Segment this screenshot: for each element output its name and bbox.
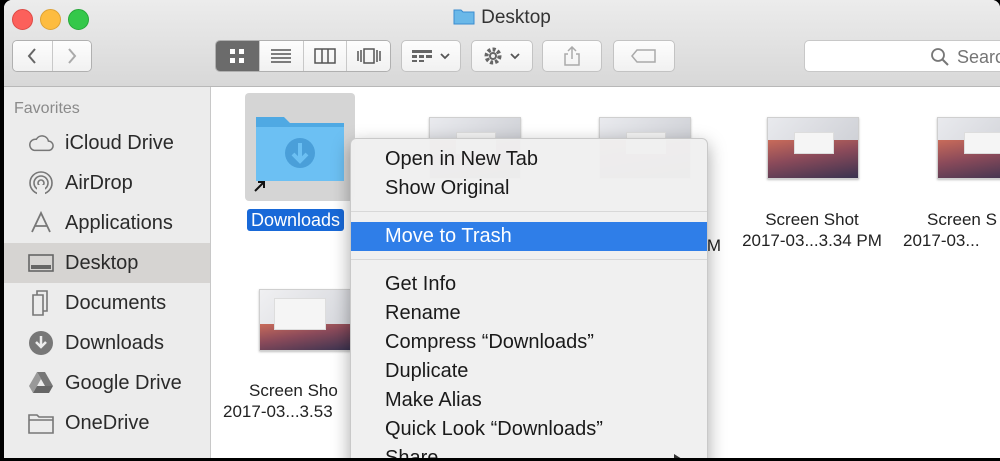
sidebar-item-label: Google Drive (65, 371, 182, 394)
file-name-line2: 2017-03...3.34 PM (742, 231, 882, 250)
chevron-left-icon (27, 48, 37, 64)
menu-item-share[interactable]: Share (351, 444, 707, 458)
file-item-screenshot[interactable]: Screen S 2017-03... (903, 209, 1000, 251)
view-mode-control (215, 40, 391, 72)
nav-buttons (12, 40, 92, 72)
menu-item-label: Open in New Tab (385, 148, 539, 170)
sidebar-item-downloads[interactable]: Downloads (4, 323, 210, 363)
menu-item-label: Share (385, 447, 439, 458)
column-view-icon (314, 48, 336, 64)
menu-item-label: Compress “Downloads” (385, 331, 594, 353)
sidebar-item-label: Downloads (65, 331, 164, 354)
alias-arrow-icon (254, 181, 265, 192)
list-view-button[interactable] (258, 41, 303, 71)
search-icon (931, 48, 949, 66)
selection-highlight (245, 93, 355, 201)
file-item-screenshot[interactable]: Screen Sho 2017-03...3.53 (223, 380, 363, 422)
sidebar-item-label: iCloud Drive (65, 131, 174, 154)
downloads-folder-icon (256, 117, 344, 181)
file-name-line1: Screen S (927, 210, 997, 229)
share-icon (564, 46, 580, 66)
cover-flow-icon (356, 48, 381, 64)
google-drive-icon (28, 370, 54, 396)
tag-icon (631, 49, 656, 63)
sidebar-item-google-drive[interactable]: Google Drive (4, 363, 210, 403)
sidebar-item-airdrop[interactable]: AirDrop (4, 163, 210, 203)
icon-view-button[interactable] (216, 41, 259, 71)
file-thumbnail[interactable] (937, 117, 1000, 179)
sidebar-item-label: Documents (65, 291, 167, 314)
context-menu: Open in New Tab Show Original Move to Tr… (350, 138, 708, 458)
menu-item-make-alias[interactable]: Make Alias (351, 386, 707, 415)
search-input[interactable] (955, 45, 1000, 69)
sidebar-item-label: Desktop (65, 251, 139, 274)
file-thumbnail[interactable] (259, 289, 351, 351)
gear-icon (484, 47, 502, 65)
sidebar-item-icloud-drive[interactable]: iCloud Drive (4, 123, 210, 163)
desktop-icon (28, 250, 54, 276)
file-name-label: Downloads (247, 209, 345, 231)
window-title-text: Desktop (481, 7, 551, 28)
sidebar-item-label: Applications (65, 211, 173, 234)
menu-item-label: Make Alias (385, 389, 482, 411)
chevron-right-icon (67, 48, 77, 64)
menu-item-label: Show Original (385, 177, 510, 199)
file-name-line1: Screen Shot (765, 210, 859, 229)
search-field[interactable] (804, 40, 1000, 72)
sidebar-item-label: AirDrop (65, 171, 133, 194)
sidebar-item-applications[interactable]: Applications (4, 203, 210, 243)
back-button[interactable] (13, 41, 52, 71)
menu-item-label: Rename (385, 302, 461, 324)
menu-item-move-to-trash[interactable]: Move to Trash (351, 222, 707, 251)
finder-window: Desktop Search Favorites iCloud Drive Ai… (4, 0, 1000, 458)
menu-item-label: Get Info (385, 273, 457, 295)
list-view-icon (271, 49, 292, 63)
sidebar-item-documents[interactable]: Documents (4, 283, 210, 323)
menu-item-compress[interactable]: Compress “Downloads” (351, 328, 707, 357)
menu-separator (351, 211, 707, 212)
sidebar-item-onedrive[interactable]: OneDrive (4, 403, 210, 443)
file-name-line1: Screen Sho (249, 381, 338, 400)
menu-item-duplicate[interactable]: Duplicate (351, 357, 707, 386)
sidebar-item-desktop[interactable]: Desktop (4, 243, 210, 283)
share-button[interactable] (542, 40, 602, 72)
sidebar-item-label: OneDrive (65, 411, 150, 434)
column-view-button[interactable] (302, 41, 347, 71)
menu-item-label: Move to Trash (385, 225, 512, 247)
file-thumbnail[interactable] (767, 117, 859, 179)
menu-item-get-info[interactable]: Get Info (351, 270, 707, 299)
downloads-icon (28, 330, 54, 356)
forward-button[interactable] (51, 41, 91, 71)
icon-view-icon (230, 49, 245, 63)
menu-item-label: Duplicate (385, 360, 469, 382)
toolbar: Desktop (4, 0, 1000, 87)
chevron-down-icon (440, 53, 450, 60)
folder-icon (28, 410, 54, 436)
chevron-down-icon (510, 53, 520, 60)
menu-item-label: Quick Look “Downloads” (385, 418, 603, 440)
arrange-button[interactable] (401, 40, 461, 72)
airdrop-icon (28, 170, 54, 196)
submenu-arrow-icon (674, 454, 681, 458)
menu-item-quick-look[interactable]: Quick Look “Downloads” (351, 415, 707, 444)
file-name-line2: 2017-03... (903, 231, 980, 250)
cover-flow-button[interactable] (346, 41, 390, 71)
file-item-screenshot[interactable]: Screen Shot 2017-03...3.34 PM (726, 209, 898, 251)
menu-item-open-in-new-tab[interactable]: Open in New Tab (351, 145, 707, 174)
arrange-icon (412, 50, 432, 62)
folder-icon (453, 9, 475, 25)
window-title: Desktop (4, 7, 1000, 29)
menu-separator (351, 259, 707, 260)
cloud-icon (28, 130, 54, 156)
sidebar: Favorites iCloud Drive AirDrop Applicati… (4, 87, 211, 458)
file-name-line2: 2017-03...3.53 (223, 402, 333, 421)
menu-item-show-original[interactable]: Show Original (351, 174, 707, 203)
documents-icon (28, 290, 54, 316)
menu-item-rename[interactable]: Rename (351, 299, 707, 328)
tags-button[interactable] (613, 40, 675, 72)
sidebar-section-favorites: Favorites (14, 100, 80, 117)
action-button[interactable] (471, 40, 533, 72)
applications-icon (28, 210, 54, 236)
